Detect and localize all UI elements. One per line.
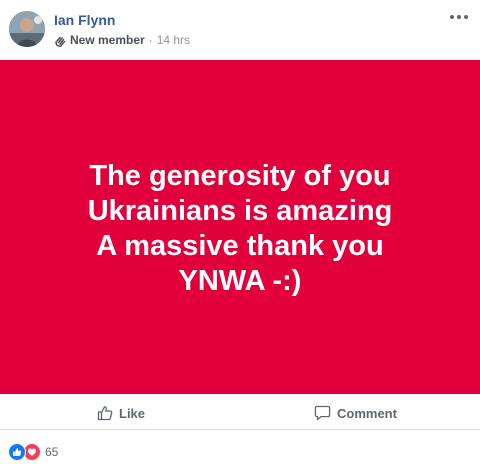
post-content[interactable]: The generosity of you Ukrainians is amaz… xyxy=(0,60,480,394)
meta-separator: · xyxy=(148,33,153,47)
reaction-count: 65 xyxy=(45,445,59,459)
post-text-line: Ukrainians is amazing xyxy=(87,195,393,227)
like-label: Like xyxy=(119,405,146,421)
post-header: Ian Flynn New member · 14 hrs xyxy=(0,0,480,58)
more-options-button[interactable] xyxy=(450,12,468,22)
more-dot xyxy=(464,15,468,19)
author-avatar[interactable] xyxy=(9,11,45,47)
comment-button[interactable]: Comment xyxy=(314,403,397,423)
post-text-line: A massive thank you xyxy=(96,230,384,262)
more-dot xyxy=(450,15,454,19)
post-card: Ian Flynn New member · 14 hrs The genero… xyxy=(0,0,480,469)
post-text: The generosity of you Ukrainians is amaz… xyxy=(88,159,393,299)
reactions-summary[interactable]: 65 xyxy=(8,443,58,461)
author-name[interactable]: Ian Flynn xyxy=(54,12,115,28)
more-dot xyxy=(457,15,461,19)
comment-label: Comment xyxy=(337,405,397,421)
avatar-photo xyxy=(9,11,45,47)
thumbs-up-icon xyxy=(97,405,113,421)
like-reaction-icon xyxy=(8,443,26,461)
waving-hand-icon xyxy=(54,34,67,47)
action-bar: Like Comment xyxy=(0,394,480,430)
post-meta: New member · 14 hrs xyxy=(54,33,190,47)
speech-bubble-icon xyxy=(314,405,331,421)
member-badge[interactable]: New member xyxy=(70,33,145,47)
post-text-line: YNWA -:) xyxy=(178,265,302,297)
like-button[interactable]: Like xyxy=(97,403,145,423)
post-text-line: The generosity of you xyxy=(89,160,391,192)
post-timestamp[interactable]: 14 hrs xyxy=(157,33,190,47)
